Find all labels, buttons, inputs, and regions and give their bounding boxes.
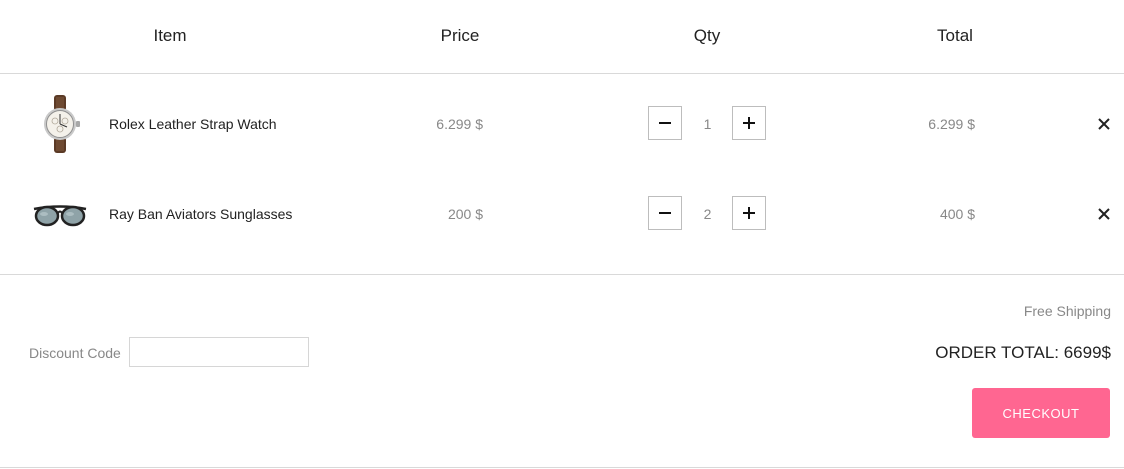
- cart-summary: Free Shipping Discount Code ORDER TOTAL:…: [0, 274, 1124, 468]
- column-header-qty: Qty: [693, 26, 721, 45]
- item-total: 6.299 $: [928, 116, 975, 132]
- minus-icon: [659, 212, 671, 214]
- cart-header: Item Price Qty Total: [0, 0, 1124, 74]
- item-total: 400 $: [939, 206, 975, 222]
- checkout-button[interactable]: CHECKOUT: [972, 388, 1110, 438]
- column-header-price: Price: [440, 26, 480, 45]
- item-qty: 1: [703, 116, 712, 132]
- cart-row: Ray Ban Aviators Sunglasses 200 $ 2 400 …: [0, 169, 1124, 259]
- item-price: 6.299 $: [436, 116, 483, 132]
- item-name: Ray Ban Aviators Sunglasses: [109, 206, 293, 222]
- close-icon: [1098, 208, 1110, 220]
- column-header-item: Item: [153, 26, 187, 45]
- decrease-qty-button[interactable]: [648, 106, 682, 140]
- item-qty: 2: [703, 206, 712, 222]
- cart-row: Rolex Leather Strap Watch 6.299 $ 1 6.29…: [0, 79, 1124, 169]
- remove-item-button[interactable]: [1095, 205, 1113, 223]
- column-header-total: Total: [937, 26, 973, 45]
- discount-code-label: Discount Code: [29, 345, 121, 361]
- decrease-qty-button[interactable]: [648, 196, 682, 230]
- increase-qty-button[interactable]: [732, 106, 766, 140]
- shopping-cart: Item Price Qty Total Rolex Leather Strap…: [0, 0, 1124, 469]
- increase-qty-button[interactable]: [732, 196, 766, 230]
- discount-code-input[interactable]: [129, 337, 309, 367]
- minus-icon: [659, 122, 671, 124]
- shipping-status: Free Shipping: [1023, 303, 1111, 319]
- order-total: ORDER TOTAL: 6699$: [935, 343, 1111, 362]
- watch-image: [30, 94, 90, 154]
- plus-icon: [743, 207, 755, 219]
- item-price: 200 $: [447, 206, 483, 222]
- remove-item-button[interactable]: [1095, 115, 1113, 133]
- item-name: Rolex Leather Strap Watch: [109, 116, 277, 132]
- close-icon: [1098, 118, 1110, 130]
- plus-icon: [743, 117, 755, 129]
- sunglasses-image: [30, 184, 90, 244]
